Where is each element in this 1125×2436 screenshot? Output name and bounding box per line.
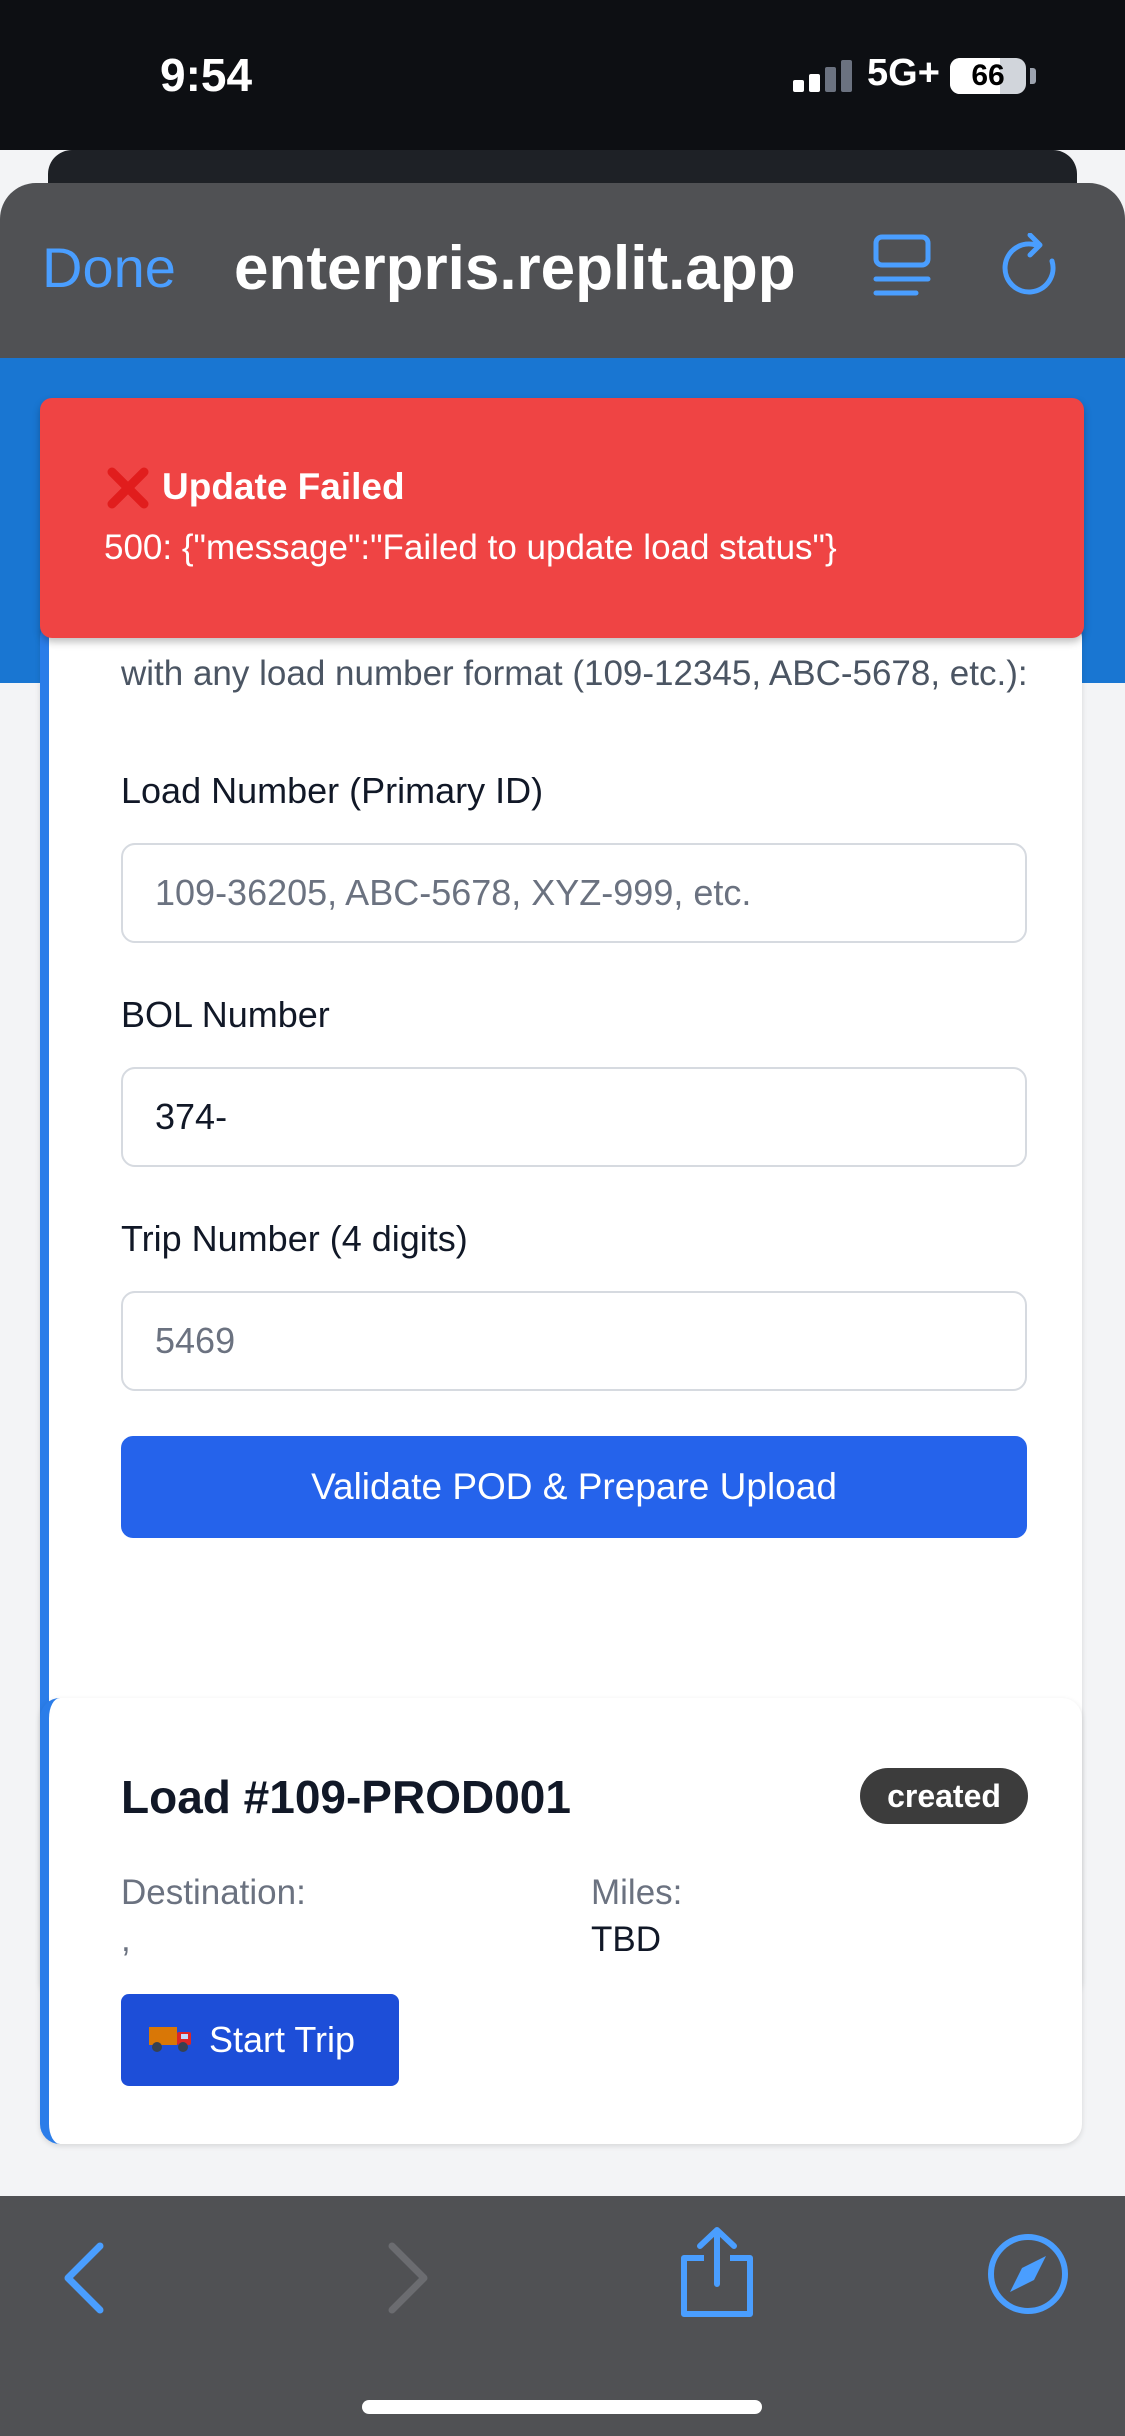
reader-icon[interactable] <box>872 233 932 299</box>
browser-toolbar: Done enterpris.replit.app <box>0 183 1125 358</box>
back-icon[interactable] <box>60 2240 110 2316</box>
toast-title: Update Failed <box>162 466 405 507</box>
share-icon[interactable] <box>676 2226 758 2318</box>
url-field[interactable]: enterpris.replit.app <box>234 233 834 304</box>
toast-message: 500: {"message":"Failed to update load s… <box>104 528 837 567</box>
destination-value: , <box>121 1920 131 1959</box>
close-x-icon <box>107 467 149 509</box>
status-bar: 9:54 5G+ 66 <box>0 0 1125 150</box>
truck-icon <box>149 2027 191 2053</box>
home-indicator[interactable] <box>362 2400 762 2414</box>
load-number-label: Load Number (Primary ID) <box>121 770 544 811</box>
trip-number-input[interactable]: 5469 <box>121 1291 1027 1391</box>
battery-percent: 66 <box>971 59 1005 92</box>
status-time: 9:54 <box>160 49 253 101</box>
battery-icon: 66 <box>950 58 1026 94</box>
network-label: 5G+ <box>867 52 940 94</box>
status-badge: created <box>860 1768 1028 1824</box>
start-trip-button[interactable]: Start Trip <box>121 1994 399 2086</box>
load-card: Load #109-PROD001 created Destination: ,… <box>40 1698 1082 2144</box>
compass-icon[interactable] <box>986 2232 1070 2316</box>
load-number-input[interactable]: 109-36205, ABC-5678, XYZ-999, etc. <box>121 843 1027 943</box>
start-trip-label: Start Trip <box>209 2019 356 2060</box>
forward-icon[interactable] <box>382 2240 432 2316</box>
validate-pod-button[interactable]: Validate POD & Prepare Upload <box>121 1436 1027 1538</box>
reload-icon[interactable] <box>1002 233 1064 301</box>
miles-label: Miles: <box>591 1873 683 1912</box>
error-toast[interactable]: Update Failed 500: {"message":"Failed to… <box>40 398 1084 638</box>
miles-value: TBD <box>591 1920 661 1959</box>
pod-intro-text: with any load number format (109-12345, … <box>121 654 1028 693</box>
battery-cap <box>1030 68 1036 84</box>
bol-number-input[interactable]: 374- <box>121 1067 1027 1167</box>
bol-number-label: BOL Number <box>121 994 330 1035</box>
web-page: with any load number format (109-12345, … <box>0 358 1125 2196</box>
trip-number-label: Trip Number (4 digits) <box>121 1218 468 1259</box>
signal-icon <box>793 60 853 92</box>
destination-label: Destination: <box>121 1873 306 1912</box>
done-button[interactable]: Done <box>42 235 176 300</box>
load-title: Load #109-PROD001 <box>121 1771 571 1823</box>
